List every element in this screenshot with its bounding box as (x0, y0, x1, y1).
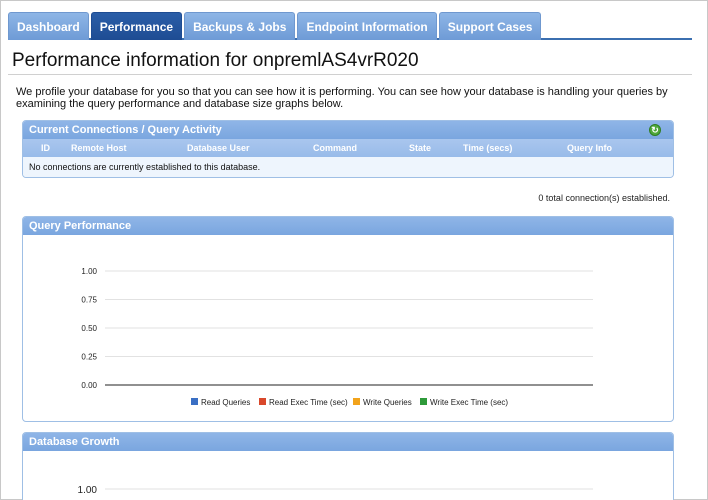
legend-label[interactable]: Write Queries (363, 398, 412, 407)
col-remote-host[interactable]: Remote Host (71, 143, 127, 153)
database-growth-chart: 1.00 (78, 485, 593, 496)
col-time[interactable]: Time (secs) (463, 143, 512, 153)
refresh-icon[interactable]: ↻ (649, 124, 661, 136)
tab-support-cases[interactable]: Support Cases (438, 12, 542, 40)
legend-swatch (259, 398, 266, 405)
empty-connections-message: No connections are currently established… (23, 157, 673, 177)
y-tick-label: 1.00 (78, 485, 98, 496)
legend-label[interactable]: Write Exec Time (sec) (430, 398, 508, 407)
connections-panel-title: Current Connections / Query Activity (29, 124, 222, 136)
tab-dashboard[interactable]: Dashboard (8, 12, 89, 40)
legend-swatch (420, 398, 427, 405)
y-tick-label: 0.25 (81, 353, 97, 362)
y-tick-label: 0.00 (81, 381, 97, 390)
intro-text: We profile your database for you so that… (16, 86, 668, 110)
title-divider (8, 74, 692, 75)
legend-swatch (191, 398, 198, 405)
legend-label[interactable]: Read Queries (201, 398, 250, 407)
col-command[interactable]: Command (313, 143, 357, 153)
query-performance-panel: Query Performance 1.00 0.75 0.50 0.25 0.00 Re… (22, 216, 674, 422)
connections-panel: Current Connections / Query Activity ↻ I… (22, 120, 674, 178)
page-title: Performance information for onpremlAS4vr… (12, 50, 419, 71)
query-performance-title: Query Performance (29, 220, 132, 232)
legend-swatch (353, 398, 360, 405)
total-connections-text: 0 total connection(s) established. (538, 193, 670, 203)
connections-panel-header: Current Connections / Query Activity ↻ (23, 121, 673, 139)
database-growth-title: Database Growth (29, 436, 120, 448)
col-state[interactable]: State (409, 143, 431, 153)
tab-bar: Dashboard Performance Backups & Jobs End… (8, 12, 692, 40)
tab-performance[interactable]: Performance (90, 12, 183, 40)
y-tick-label: 1.00 (81, 267, 97, 276)
tab-endpoint-information[interactable]: Endpoint Information (297, 12, 437, 40)
query-performance-header: Query Performance (23, 217, 673, 235)
y-tick-label: 0.75 (81, 296, 97, 305)
col-database-user[interactable]: Database User (187, 143, 250, 153)
col-query-info[interactable]: Query Info (567, 143, 612, 153)
database-growth-panel: Database Growth 1.00 (22, 432, 674, 500)
y-tick-label: 0.50 (81, 324, 97, 333)
query-performance-chart: 1.00 0.75 0.50 0.25 0.00 Read Queries Read Exe… (81, 267, 593, 407)
database-growth-header: Database Growth (23, 433, 673, 451)
connections-table-header: ID Remote Host Database User Command Sta… (23, 139, 673, 157)
legend-label[interactable]: Read Exec Time (sec) (269, 398, 348, 407)
col-id[interactable]: ID (41, 143, 50, 153)
tab-backups-jobs[interactable]: Backups & Jobs (184, 12, 296, 40)
